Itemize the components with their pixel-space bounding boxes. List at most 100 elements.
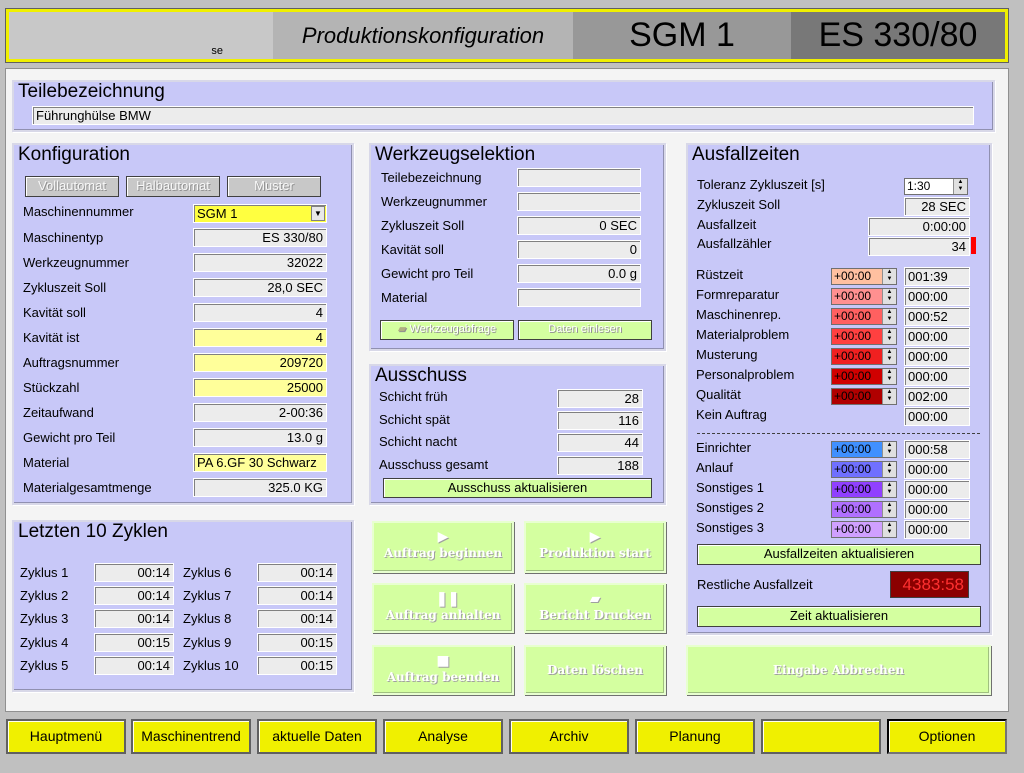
konfig-label: Gewicht pro Teil xyxy=(23,430,116,445)
cause-adjust-spinner[interactable]: +00:00 ▲ ▼ xyxy=(831,461,897,478)
nav-maschinentrend-button[interactable]: Maschinentrend xyxy=(131,719,251,754)
nav-analyse-button[interactable]: Analyse xyxy=(383,719,503,754)
spinner-arrows-icon[interactable]: ▲ ▼ xyxy=(882,389,896,404)
ausfall-group: Ausfallzeiten Toleranz Zykluszeit [s] 1:… xyxy=(686,143,992,635)
maschinennummer-select[interactable]: SGM 1 ▼ xyxy=(193,204,327,223)
cause-value: 000:00 xyxy=(904,287,970,306)
gewicht-field: 13.0 g xyxy=(193,428,327,447)
mode-vollautomat-button[interactable]: Vollautomat xyxy=(25,176,119,197)
nav-planung-button[interactable]: Planung xyxy=(635,719,755,754)
auftragsnummer-input[interactable]: 209720 xyxy=(193,353,327,372)
play-icon: ▶ xyxy=(589,529,601,545)
werkzeug-gewicht-field: 0.0 g xyxy=(517,264,641,283)
produktion-start-button[interactable]: ▶ Produktion start xyxy=(524,521,666,573)
nav-hauptmenue-button[interactable]: Hauptmenü xyxy=(6,719,126,754)
werkzeugnummer-field: 32022 xyxy=(193,253,327,272)
printer-icon: ▰ xyxy=(589,591,601,607)
cause-label: Rüstzeit xyxy=(696,267,743,282)
spinner-arrows-icon[interactable]: ▲ ▼ xyxy=(882,442,896,457)
cause-adjust-spinner[interactable]: +00:00 ▲ ▼ xyxy=(831,348,897,365)
cause-label: Materialproblem xyxy=(696,327,790,342)
bericht-drucken-button[interactable]: ▰ Bericht Drucken xyxy=(524,583,666,633)
cause-label: Anlauf xyxy=(696,460,733,475)
spinner-arrows-icon[interactable]: ▲ ▼ xyxy=(882,309,896,324)
ausschuss-aktualisieren-button[interactable]: Ausschuss aktualisieren xyxy=(383,478,652,498)
cause-adjust-spinner[interactable]: +00:00 ▲ ▼ xyxy=(831,521,897,538)
pause-icon: ❚❚ xyxy=(436,591,460,607)
spinner-arrows-icon[interactable]: ▲ ▼ xyxy=(882,482,896,497)
zyklus-label: Zyklus 1 xyxy=(20,565,69,580)
zyklus-label: Zyklus 9 xyxy=(183,635,232,650)
ausfallzeiten-aktualisieren-button[interactable]: Ausfallzeiten aktualisieren xyxy=(697,544,981,565)
cause-value: 000:00 xyxy=(904,480,970,499)
spinner-arrows-icon[interactable]: ▲ ▼ xyxy=(882,269,896,284)
ausschuss-gesamt-field: 188 xyxy=(557,456,643,475)
zyklus-label: Zyklus 6 xyxy=(183,565,232,580)
nav-optionen-button[interactable]: Optionen xyxy=(887,719,1007,754)
cause-value: 000:00 xyxy=(904,367,970,386)
cause-value: 000:00 xyxy=(904,327,970,346)
ausfallzeit-field: 0:00:00 xyxy=(868,217,970,236)
cause-value: 000:00 xyxy=(904,460,970,479)
play-icon: ▶ xyxy=(437,529,449,545)
teil-group: Teilebezeichnung Führunghülse BMW xyxy=(12,80,995,132)
ausfallzeit-label: Ausfallzeit xyxy=(697,217,757,232)
chevron-down-icon[interactable]: ▼ xyxy=(311,206,325,221)
cause-adjust-spinner[interactable]: +00:00 ▲ ▼ xyxy=(831,328,897,345)
kavitaet-ist-input[interactable]: 4 xyxy=(193,328,327,347)
cause-adjust-spinner[interactable]: +00:00 ▲ ▼ xyxy=(831,368,897,385)
ausschuss-label: Schicht früh xyxy=(379,389,448,404)
cause-adjust-spinner[interactable]: +00:00 ▲ ▼ xyxy=(831,441,897,458)
cause-adjust-spinner[interactable]: +00:00 ▲ ▼ xyxy=(831,288,897,305)
zyklus-label: Zyklus 3 xyxy=(20,611,69,626)
auftrag-anhalten-button[interactable]: ❚❚ Auftrag anhalten xyxy=(372,583,514,633)
nav-archiv-button[interactable]: Archiv xyxy=(509,719,629,754)
daten-einlesen-button[interactable]: Daten einlesen xyxy=(518,320,652,340)
zyklus-value: 00:14 xyxy=(94,609,174,628)
nav-aktuelle-daten-button[interactable]: aktuelle Daten xyxy=(257,719,377,754)
zyklus-value: 00:14 xyxy=(257,563,337,582)
cause-adjust-spinner[interactable]: +00:00 ▲ ▼ xyxy=(831,501,897,518)
teil-field[interactable]: Führunghülse BMW xyxy=(32,106,974,125)
zeit-aktualisieren-button[interactable]: Zeit aktualisieren xyxy=(697,606,981,627)
cause-value: 000:00 xyxy=(904,347,970,366)
spinner-arrows-icon[interactable]: ▲ ▼ xyxy=(882,369,896,384)
spinner-arrows-icon[interactable]: ▲ ▼ xyxy=(882,522,896,537)
eingabe-abbrechen-button[interactable]: Eingabe Abbrechen xyxy=(686,645,991,695)
werkzeug-material-field xyxy=(517,288,641,307)
mode-halbautomat-button[interactable]: Halbautomat xyxy=(126,176,220,197)
daten-loeschen-button[interactable]: Daten löschen xyxy=(524,645,666,695)
zyklus-value: 00:14 xyxy=(257,586,337,605)
cause-adjust-spinner[interactable]: +00:00 ▲ ▼ xyxy=(831,481,897,498)
stop-icon: ■ xyxy=(436,653,450,669)
cause-label: Qualität xyxy=(696,387,741,402)
cause-value: 000:00 xyxy=(904,520,970,539)
ausfall-indicator xyxy=(971,237,976,254)
toleranz-spinner[interactable]: 1:30 ▲ ▼ xyxy=(904,178,968,195)
cause-label: Musterung xyxy=(696,347,758,362)
zykluszeit-field: 28,0 SEC xyxy=(193,278,327,297)
werkzeugabfrage-button[interactable]: ▰ Werkzeugabfrage xyxy=(380,320,514,340)
cause-label: Maschinenrep. xyxy=(696,307,782,322)
ausfallzaehler-field: 34 xyxy=(868,237,970,256)
konfig-label: Materialgesamtmenge xyxy=(23,480,152,495)
mode-muster-button[interactable]: Muster xyxy=(227,176,321,197)
spinner-arrows-icon[interactable]: ▲ ▼ xyxy=(882,289,896,304)
zyklus-label: Zyklus 5 xyxy=(20,658,69,673)
spinner-arrows-icon[interactable]: ▲ ▼ xyxy=(882,349,896,364)
spinner-arrows-icon[interactable]: ▲ ▼ xyxy=(882,502,896,517)
nav-empty-button[interactable] xyxy=(761,719,881,754)
cause-adjust-spinner[interactable]: +00:00 ▲ ▼ xyxy=(831,268,897,285)
cause-adjust-spinner[interactable]: +00:00 ▲ ▼ xyxy=(831,308,897,325)
spinner-arrows-icon[interactable]: ▲ ▼ xyxy=(953,179,967,194)
cause-adjust-spinner[interactable]: +00:00 ▲ ▼ xyxy=(831,388,897,405)
zyklus-soll-field: 28 SEC xyxy=(904,197,970,216)
spinner-arrows-icon[interactable]: ▲ ▼ xyxy=(882,462,896,477)
auftrag-beginnen-button[interactable]: ▶ Auftrag beginnen xyxy=(372,521,514,573)
ausschuss-title: Ausschuss xyxy=(373,365,469,386)
spinner-arrows-icon[interactable]: ▲ ▼ xyxy=(882,329,896,344)
material-input[interactable]: PA 6.GF 30 Schwarz xyxy=(193,453,327,472)
folder-icon: ▰ xyxy=(397,323,407,335)
auftrag-beenden-button[interactable]: ■ Auftrag beenden xyxy=(372,645,514,695)
stueckzahl-input[interactable]: 25000 xyxy=(193,378,327,397)
